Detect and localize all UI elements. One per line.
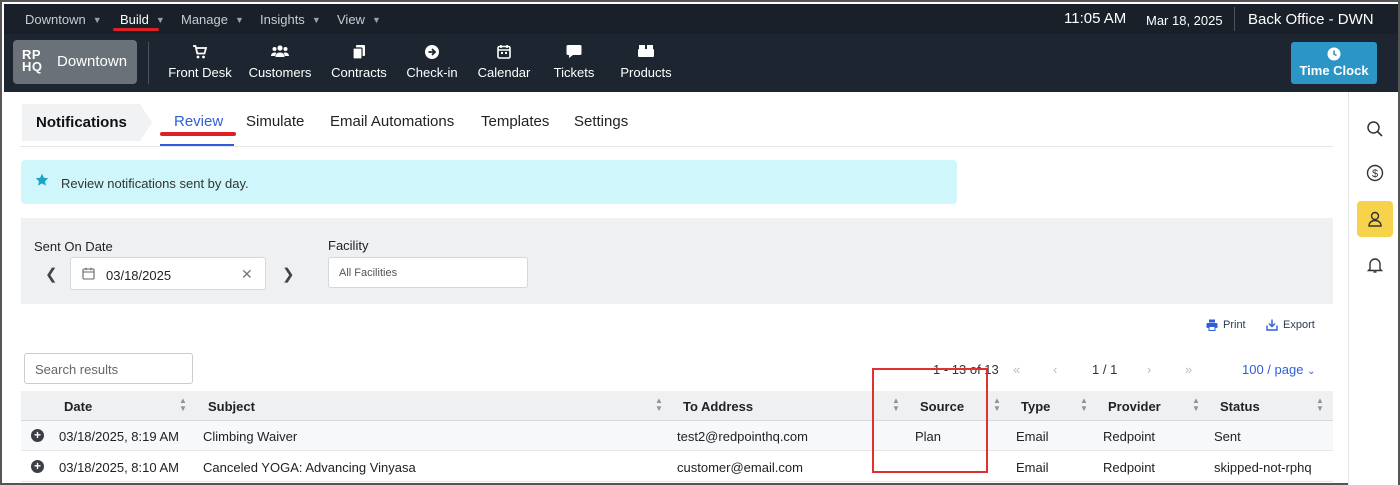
tab-email-automations[interactable]: Email Automations [330,113,454,130]
star-icon [35,173,49,186]
column-provider[interactable]: Provider [1108,399,1161,414]
column-subject[interactable]: Subject [208,399,255,414]
expand-row-icon[interactable]: + [31,460,44,473]
column-to-address[interactable]: To Address [683,399,753,414]
time-clock-button[interactable]: Time Clock [1291,42,1377,84]
expand-row-icon[interactable]: + [31,429,44,442]
arrow-circle-icon [404,44,460,62]
table-row[interactable]: + 03/18/2025, 8:19 AM Climbing Waiver te… [21,421,1333,451]
facility-label: Facility [328,238,369,253]
nav-calendar[interactable]: Calendar [475,44,533,80]
sort-icon[interactable]: ▲ ▼ [655,397,663,413]
facility-select[interactable]: All Facilities [328,257,528,288]
rphq-logo: RP HQ [22,47,43,74]
chevron-down-icon: ▼ [371,14,381,25]
copy-icon [328,44,390,62]
sent-on-date-label: Sent On Date [34,239,113,254]
active-tab-indicator [160,144,234,146]
nav-front-desk[interactable]: Front Desk [168,44,232,80]
tab-simulate[interactable]: Simulate [246,113,304,130]
clear-date-icon[interactable]: ✕ [241,266,253,283]
location-switcher[interactable]: RP HQ Downtown [13,40,137,84]
filter-panel: Sent On Date ❮ 03/18/2025 ✕ ❯ Facility A… [21,218,1333,304]
tab-bar: Notifications Review Simulate Email Auto… [20,102,1333,147]
menu-manage[interactable]: Manage ▼ [181,12,244,27]
table-row[interactable]: + 03/18/2025, 8:10 AM Canceled YOGA: Adv… [21,452,1333,482]
first-page-button[interactable]: « [1013,362,1020,377]
divider [148,42,149,84]
menu-downtown[interactable]: Downtown ▼ [25,12,102,27]
print-button[interactable]: Print [1206,319,1246,331]
last-page-button[interactable]: » [1185,362,1192,377]
previous-day-button[interactable]: ❮ [45,265,58,283]
next-day-button[interactable]: ❯ [282,265,295,283]
page-size-select[interactable]: 100 / page ⌄ [1242,362,1315,377]
users-icon [247,44,313,62]
current-date: Mar 18, 2025 [1146,13,1223,28]
results-range: 1 - 13 of 13 [933,362,999,377]
menu-view[interactable]: View ▼ [337,12,381,27]
previous-page-button[interactable]: ‹ [1053,362,1057,377]
nav-tickets[interactable]: Tickets [550,44,598,80]
right-rail: $ [1348,92,1398,485]
column-type[interactable]: Type [1021,399,1050,414]
sort-icon[interactable]: ▲ ▼ [1080,397,1088,413]
search-results-input[interactable]: Search results [24,353,193,384]
svg-text:$: $ [1372,168,1378,180]
comment-icon [550,44,598,62]
annotation-underline-review [160,132,236,136]
cart-icon [168,44,232,62]
tab-settings[interactable]: Settings [574,113,628,130]
export-icon [1266,319,1278,331]
chevron-down-icon: ▼ [92,14,102,25]
section-title: Notifications [22,104,152,141]
nav-check-in[interactable]: Check-in [404,44,460,80]
office-selector[interactable]: Back Office - DWN [1248,11,1374,28]
annotation-underline-build [113,28,159,31]
tab-review[interactable]: Review [174,113,223,130]
column-source[interactable]: Source [920,399,964,414]
nav-products[interactable]: Products [618,44,674,80]
divider [1234,7,1235,31]
calendar-icon [82,267,95,280]
sort-icon[interactable]: ▲ ▼ [892,397,900,413]
sort-icon[interactable]: ▲ ▼ [179,397,187,413]
column-date[interactable]: Date [64,399,92,414]
calendar-icon [475,44,533,62]
menu-build[interactable]: Build ▼ [120,12,165,27]
chevron-down-icon: ⌄ [1307,366,1316,377]
export-button[interactable]: Export [1266,319,1315,331]
tab-templates[interactable]: Templates [481,113,549,130]
dollar-icon[interactable]: $ [1357,155,1393,191]
location-name: Downtown [57,53,128,70]
clock-icon [1327,47,1341,61]
table-header: Date ▲ ▼ Subject ▲ ▼ To Address ▲ ▼ Source … [21,391,1333,421]
info-alert: Review notifications sent by day. [21,160,957,204]
search-icon[interactable] [1357,111,1393,147]
sort-icon[interactable]: ▲ ▼ [1192,397,1200,413]
boxes-icon [618,44,674,62]
chevron-down-icon: ▼ [155,14,165,25]
bell-icon[interactable] [1357,247,1393,283]
top-menu-bar: Downtown ▼ Build ▼ Manage ▼ Insights ▼ View ▼… [4,4,1398,34]
chevron-down-icon: ▼ [234,14,244,25]
current-time: 11:05 AM [1064,10,1127,27]
menu-insights[interactable]: Insights ▼ [260,12,321,27]
column-status[interactable]: Status [1220,399,1260,414]
user-icon[interactable] [1357,201,1393,237]
sent-on-date-input[interactable]: 03/18/2025 ✕ [70,257,266,290]
nav-contracts[interactable]: Contracts [328,44,390,80]
sort-icon[interactable]: ▲ ▼ [993,397,1001,413]
next-page-button[interactable]: › [1147,362,1151,377]
sort-icon[interactable]: ▲ ▼ [1316,397,1324,413]
main-nav: RP HQ Downtown Front Desk Customers Contr… [4,34,1398,92]
nav-customers[interactable]: Customers [247,44,313,80]
chevron-down-icon: ▼ [311,14,321,25]
printer-icon [1206,319,1218,331]
page-indicator: 1 / 1 [1092,362,1118,377]
